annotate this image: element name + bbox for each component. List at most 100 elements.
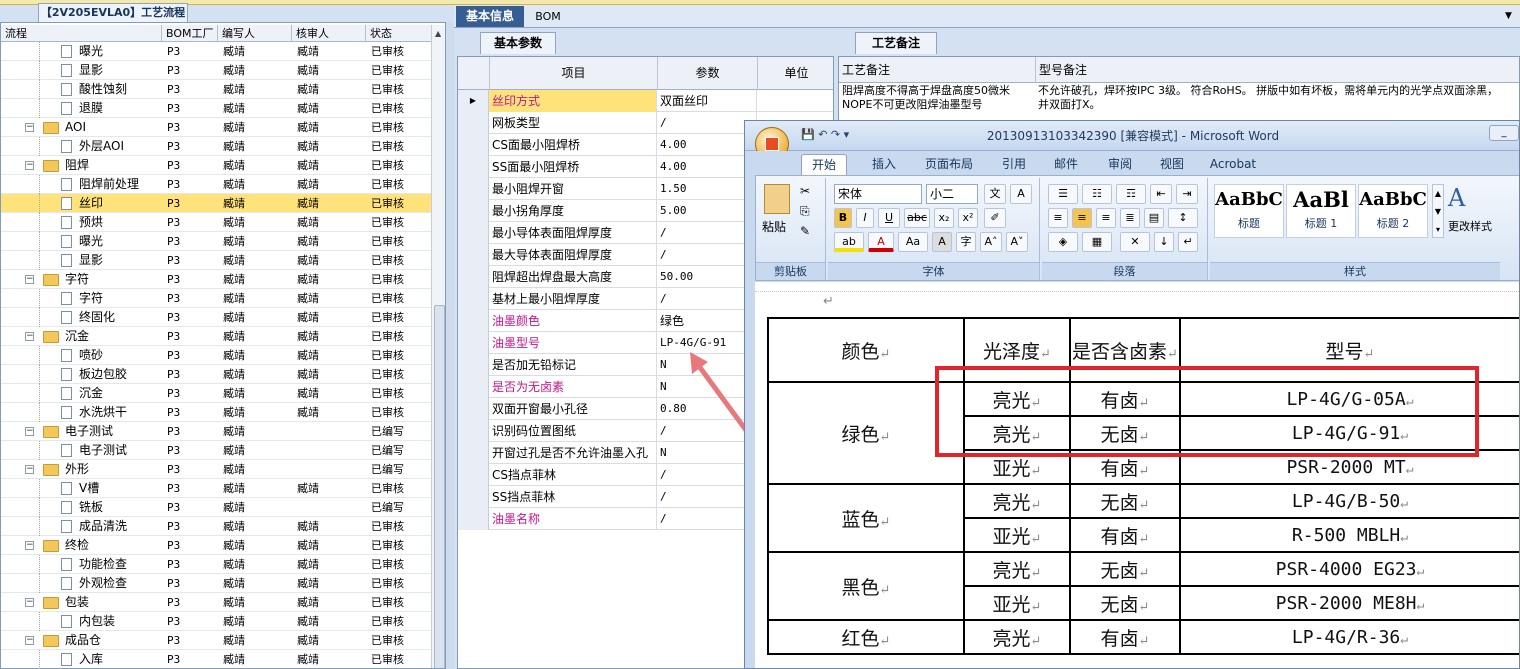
borders-icon[interactable]: ▦ [1082,232,1112,252]
halogen-cell[interactable]: 无卤↵ [1069,585,1181,621]
param-unit[interactable] [757,90,833,112]
tree-scrollbar[interactable]: ▲ [431,25,445,668]
ribbon-tab[interactable]: 开始 [801,154,847,175]
gloss-cell[interactable]: 亚光↵ [963,517,1071,553]
col-param[interactable]: 参数 [657,57,757,90]
increase-indent-icon[interactable]: ⇥ [1176,184,1198,204]
ribbon-tab[interactable]: 审阅 [1097,154,1143,175]
enclosed-char-icon[interactable]: 字 [956,232,976,252]
ribbon-tab[interactable]: 引用 [991,154,1037,175]
tree-row[interactable]: 丝印 P3 臧靖 臧靖 已审核 [1,194,431,213]
col-model-note[interactable]: 型号备注 [1035,57,1519,83]
tree-row[interactable]: − 电子测试 P3 臧靖 已编写 [1,422,431,441]
halogen-cell[interactable]: 无卤↵ [1069,483,1181,519]
param-value[interactable]: / [657,288,757,310]
tree-row[interactable]: 显影 P3 臧靖 臧靖 已审核 [1,61,431,80]
subscript-button[interactable]: x₂ [934,208,954,228]
cut-icon[interactable]: ✂ [800,184,810,198]
style-scroll-icon[interactable]: ▲ ▼ ▾ [1432,184,1444,238]
highlight-icon[interactable]: ab [834,232,864,252]
style-heading-2[interactable]: AaBbC 标题 2 [1358,184,1428,238]
font-name-box[interactable]: 宋体 [834,184,922,204]
tree-row[interactable]: 外观检查 P3 臧靖 臧靖 已审核 [1,574,431,593]
tab-process-notes[interactable]: 工艺备注 [855,32,937,54]
ribbon-tab[interactable]: 邮件 [1043,154,1089,175]
halogen-cell[interactable]: 有卤↵ [1069,619,1181,655]
line-spacing-icon[interactable]: ↕ [1168,208,1198,228]
param-value[interactable]: / [657,508,757,530]
shading-icon[interactable]: ◈ [1048,232,1078,252]
document-area[interactable]: ↵ 颜色↵ 光泽度↵ 是否含卤素↵ 型号↵ 绿色↵ 亮光↵ 有卤↵ LP-4G/G-05A↵ 亮… [755,282,1519,668]
gloss-cell[interactable]: 亚光↵ [963,585,1071,621]
col-reviewer[interactable]: 核审人 [291,25,365,42]
chevron-down-icon[interactable]: ▼ [1505,11,1512,21]
color-cell[interactable]: 蓝色↵ [767,483,965,553]
tree-row[interactable]: V槽 P3 臧靖 臧靖 已审核 [1,479,431,498]
show-marks-icon[interactable]: ↵ [1178,232,1198,252]
scroll-thumb[interactable] [434,305,445,668]
color-cell[interactable]: 红色↵ [767,619,965,655]
process-note-text[interactable]: 阻焊高度不得高于焊盘高度50微米 NOPE不可更改阻焊油墨型号 [839,84,1035,114]
tree-row[interactable]: 预烘 P3 臧靖 臧靖 已审核 [1,213,431,232]
color-cell[interactable]: 黑色↵ [767,551,965,621]
param-value[interactable]: 4.00 [657,156,757,178]
justify-icon[interactable]: ≣ [1120,208,1140,228]
clear-format-icon[interactable]: ✐ [984,208,1006,228]
model-note-text[interactable]: 不允许破孔，焊环按IPC 3级。 符合RoHS。 拼版中如有坏板，需将单元内的光… [1035,84,1505,114]
model-cell[interactable]: LP-4G/R-36↵ [1179,619,1519,655]
param-value[interactable]: 4.00 [657,134,757,156]
paste-icon[interactable] [764,184,790,214]
phonetic-icon[interactable]: 文 [984,184,1006,204]
tree-row[interactable]: − 成品仓 P3 臧靖 臧靖 已审核 [1,631,431,650]
tree-row[interactable]: 水洗烘干 P3 臧靖 臧靖 已审核 [1,403,431,422]
tree-row[interactable]: − 阻焊 P3 臧靖 臧靖 已审核 [1,156,431,175]
tree-row[interactable]: 终固化 P3 臧靖 臧靖 已审核 [1,308,431,327]
param-value[interactable]: / [657,464,757,486]
align-center-icon[interactable]: ≡ [1072,208,1092,228]
tab-basic-params[interactable]: 基本参数 [480,32,556,54]
tab-basic-info[interactable]: 基本信息 [456,6,524,27]
halogen-cell[interactable]: 无卤↵ [1069,551,1181,587]
collapse-icon[interactable]: − [25,541,34,550]
tree-row[interactable]: 外层AOI P3 臧靖 臧靖 已审核 [1,137,431,156]
copy-icon[interactable]: ⎘ [800,204,810,219]
tree-row[interactable]: − AOI P3 臧靖 臧靖 已审核 [1,118,431,137]
gloss-cell[interactable]: 亮光↵ [963,483,1071,519]
italic-button[interactable]: I [856,208,874,228]
shrink-font-icon[interactable]: A˅ [1006,232,1028,252]
char-shading-icon[interactable]: A [932,232,952,252]
superscript-button[interactable]: x² [958,208,978,228]
col-unit[interactable]: 单位 [757,57,833,90]
param-value[interactable]: / [657,244,757,266]
collapse-icon[interactable]: − [25,465,34,474]
decrease-indent-icon[interactable]: ⇤ [1150,184,1172,204]
col-item[interactable]: 项目 [489,57,657,90]
scroll-up-icon[interactable]: ▲ [435,29,441,38]
font-color-icon[interactable]: A [868,232,894,252]
minimize-button[interactable]: _ [1489,125,1519,141]
param-value[interactable]: / [657,112,757,134]
collapse-icon[interactable]: − [25,161,34,170]
collapse-icon[interactable]: − [25,123,34,132]
tree-row[interactable]: 退膜 P3 臧靖 臧靖 已审核 [1,99,431,118]
multilevel-list-icon[interactable]: ☶ [1116,184,1146,204]
process-tree-tab[interactable]: 【2V205EVLA0】工艺流程 [38,3,188,22]
gloss-cell[interactable]: 亮光↵ [963,619,1071,655]
collapse-icon[interactable]: − [25,598,34,607]
tree-row[interactable]: 铣板 P3 臧靖 已编写 [1,498,431,517]
style-title[interactable]: AaBbC 标题 [1214,184,1284,238]
param-value[interactable]: 1.50 [657,178,757,200]
col-bom[interactable]: BOM工厂 [161,25,217,42]
paste-label[interactable]: 粘贴 [762,218,786,235]
col-flow[interactable]: 流程 [1,25,161,42]
collapse-icon[interactable]: − [25,332,34,341]
model-cell[interactable]: PSR-4000 EG23↵ [1179,551,1519,587]
model-cell[interactable]: PSR-2000 ME8H↵ [1179,585,1519,621]
param-value[interactable]: 绿色 [657,310,757,332]
align-right-icon[interactable]: ≡ [1096,208,1116,228]
param-row[interactable]: ▶ 丝印方式 双面丝印 [458,90,833,112]
model-cell[interactable]: R-500 MBLH↵ [1179,517,1519,553]
tree-row[interactable]: 板边包胶 P3 臧靖 臧靖 已审核 [1,365,431,384]
char-border-icon[interactable]: A [1010,184,1032,204]
tree-row[interactable]: 显影 P3 臧靖 臧靖 已审核 [1,251,431,270]
